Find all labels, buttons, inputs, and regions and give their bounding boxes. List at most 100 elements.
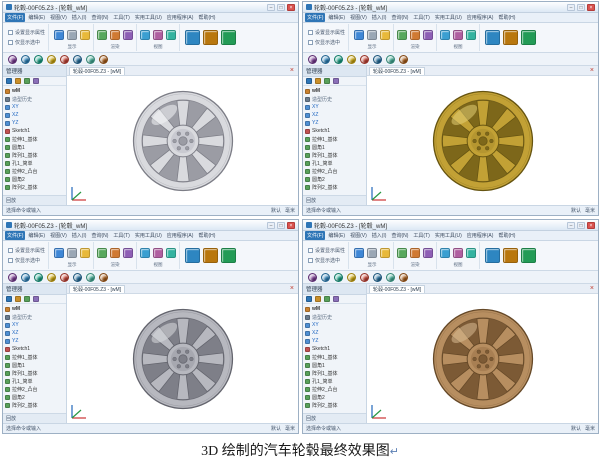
- hide-target-icon[interactable]: [367, 248, 378, 258]
- scene-settings-icon[interactable]: [503, 248, 519, 263]
- wheel-model[interactable]: [127, 303, 239, 415]
- menu-tab[interactable]: 视图(V): [348, 231, 369, 240]
- menu-tab[interactable]: 编辑(E): [326, 231, 347, 240]
- tree-item[interactable]: 阵列2_基体: [5, 183, 64, 191]
- tree-item[interactable]: 孔1_简单: [305, 377, 364, 385]
- render-image-icon[interactable]: [185, 30, 201, 45]
- menu-tab[interactable]: 查询(N): [89, 231, 110, 240]
- menu-tab[interactable]: 视图(V): [48, 231, 69, 240]
- assembly-tab-icon[interactable]: [15, 78, 21, 84]
- tree-item[interactable]: 拉伸1_基体: [305, 353, 364, 361]
- front-view-icon[interactable]: [321, 272, 330, 282]
- grid-view-icon[interactable]: [166, 30, 177, 40]
- tree-item[interactable]: YZ: [5, 337, 64, 345]
- tree-item[interactable]: XZ: [305, 111, 364, 119]
- pan-view-icon[interactable]: [386, 54, 395, 64]
- feature-tree-footer[interactable]: 回放: [303, 413, 366, 423]
- window-titlebar[interactable]: 轮毂-00F05.Z3 - [轮毂_wM] – □ ×: [3, 2, 298, 13]
- shade-mode-sphere-icon[interactable]: [308, 272, 317, 282]
- tree-item[interactable]: wM: [5, 305, 64, 313]
- menu-tab[interactable]: 工具(T): [411, 13, 431, 22]
- zoom-view-icon[interactable]: [99, 54, 108, 64]
- ribbon-option-row[interactable]: 仅显示选中: [8, 257, 45, 264]
- minimize-button[interactable]: –: [567, 3, 575, 11]
- zoom-view-icon[interactable]: [99, 272, 108, 282]
- zoom-view-icon[interactable]: [399, 272, 408, 282]
- shaded-render-icon[interactable]: [397, 30, 408, 40]
- output-image-icon[interactable]: [221, 248, 237, 263]
- history-tab-icon[interactable]: [306, 296, 312, 302]
- tree-item[interactable]: Sketch1: [5, 127, 64, 135]
- tree-item[interactable]: Sketch1: [305, 345, 364, 353]
- show-target-icon[interactable]: [54, 30, 65, 40]
- wireframe-icon[interactable]: [410, 30, 421, 40]
- rotate-view-icon[interactable]: [73, 54, 82, 64]
- tree-item[interactable]: wM: [5, 87, 64, 95]
- right-view-icon[interactable]: [47, 54, 56, 64]
- tree-item[interactable]: 圆角1: [305, 361, 364, 369]
- minimize-button[interactable]: –: [267, 3, 275, 11]
- menu-tab[interactable]: 插入(I): [370, 231, 389, 240]
- menu-tab[interactable]: 查询(N): [89, 13, 110, 22]
- front-view-icon[interactable]: [21, 54, 30, 64]
- iso-view-icon[interactable]: [60, 54, 69, 64]
- pan-view-icon[interactable]: [86, 272, 95, 282]
- menu-tab[interactable]: 实用工具(U): [133, 13, 164, 22]
- model-canvas[interactable]: [67, 294, 298, 423]
- close-button[interactable]: ×: [287, 221, 295, 229]
- hide-target-icon[interactable]: [67, 30, 78, 40]
- model-canvas[interactable]: [367, 76, 598, 205]
- window-titlebar[interactable]: 轮毂-00F05.Z3 - [轮毂_wM] – □ ×: [303, 220, 598, 231]
- tree-item[interactable]: wM: [305, 87, 364, 95]
- output-image-icon[interactable]: [221, 30, 237, 45]
- menu-tab[interactable]: 应用程序(A): [165, 13, 196, 22]
- layer-tab-icon[interactable]: [24, 296, 30, 302]
- rotate-view-icon[interactable]: [73, 272, 82, 282]
- shaded-render-icon[interactable]: [97, 248, 108, 258]
- tree-item[interactable]: 圆角2: [5, 175, 64, 183]
- camera-view-icon[interactable]: [153, 30, 164, 40]
- assembly-tab-icon[interactable]: [15, 296, 21, 302]
- document-close-icon[interactable]: ×: [590, 67, 596, 75]
- camera-view-icon[interactable]: [153, 248, 164, 258]
- tree-item[interactable]: XY: [305, 103, 364, 111]
- tree-item[interactable]: YZ: [305, 119, 364, 127]
- document-tab[interactable]: 轮毂-00F05.Z3 - [wM]: [69, 66, 126, 75]
- window-titlebar[interactable]: 轮毂-00F05.Z3 - [轮毂_wM] – □ ×: [3, 220, 298, 231]
- close-button[interactable]: ×: [587, 3, 595, 11]
- wireframe-icon[interactable]: [110, 30, 121, 40]
- tree-item[interactable]: 孔1_简单: [305, 159, 364, 167]
- tree-item[interactable]: 圆角2: [305, 393, 364, 401]
- pan-view-icon[interactable]: [386, 272, 395, 282]
- wireframe-icon[interactable]: [110, 248, 121, 258]
- assembly-tab-icon[interactable]: [315, 78, 321, 84]
- show-target-icon[interactable]: [354, 30, 365, 40]
- material-icon[interactable]: [123, 30, 134, 40]
- tree-item[interactable]: 阵列2_基体: [5, 401, 64, 409]
- tree-item[interactable]: 造型历史: [5, 95, 64, 103]
- tree-item[interactable]: 阵列1_基体: [305, 151, 364, 159]
- wireframe-icon[interactable]: [410, 248, 421, 258]
- ribbon-option-row[interactable]: 设置显示属性: [8, 247, 45, 254]
- highlight-icon[interactable]: [380, 30, 391, 40]
- menu-tab[interactable]: 查询(N): [389, 13, 410, 22]
- tree-item[interactable]: 阵列1_基体: [5, 369, 64, 377]
- menu-tab[interactable]: 工具(T): [111, 231, 131, 240]
- layer-tab-icon[interactable]: [324, 296, 330, 302]
- ribbon-option-row[interactable]: 设置显示属性: [8, 29, 45, 36]
- tree-item[interactable]: 圆角1: [305, 143, 364, 151]
- material-icon[interactable]: [423, 248, 434, 258]
- menu-tab[interactable]: 工具(T): [411, 231, 431, 240]
- history-tab-icon[interactable]: [6, 78, 12, 84]
- view-tab-icon[interactable]: [33, 78, 39, 84]
- menu-tab[interactable]: 实用工具(U): [433, 13, 464, 22]
- show-target-icon[interactable]: [354, 248, 365, 258]
- show-target-icon[interactable]: [54, 248, 65, 258]
- hide-target-icon[interactable]: [67, 248, 78, 258]
- tree-item[interactable]: 阵列1_基体: [5, 151, 64, 159]
- menu-tab[interactable]: 插入(I): [70, 231, 89, 240]
- checkbox-icon[interactable]: [8, 258, 13, 263]
- menu-tab[interactable]: 帮助(H): [196, 13, 217, 22]
- ribbon-option-row[interactable]: 仅显示选中: [308, 39, 345, 46]
- rotate-view-icon[interactable]: [373, 54, 382, 64]
